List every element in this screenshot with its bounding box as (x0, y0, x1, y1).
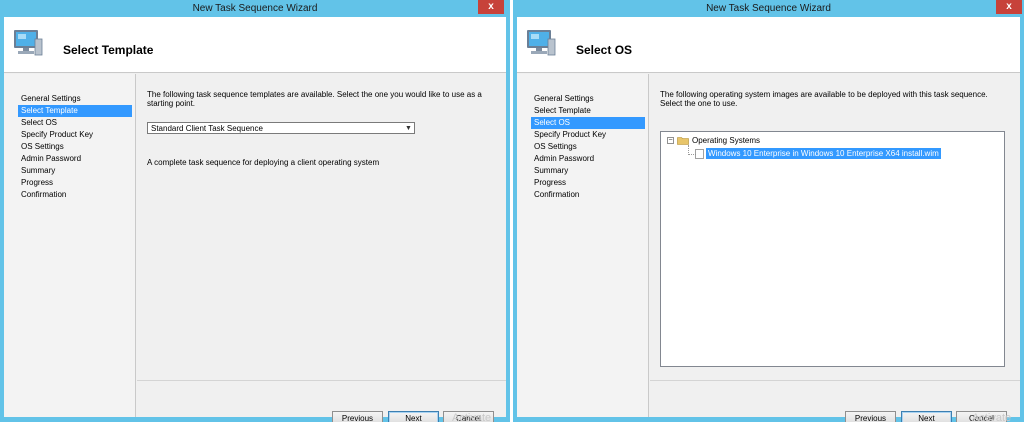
template-instructions: The following task sequence templates ar… (147, 90, 482, 108)
os-image-tree[interactable]: − Operating Systems Windows 10 Enterpris… (660, 131, 1005, 367)
os-image-icon (695, 148, 704, 159)
activation-watermark: Activate (452, 412, 492, 422)
nav-item-select-template[interactable]: Select Template (18, 105, 132, 117)
next-button[interactable]: Next (388, 411, 439, 422)
wizard-client-area: Select Template General Settings Select … (4, 17, 506, 422)
close-button[interactable]: x (478, 0, 504, 14)
wizard-footer: Previous Next Cancel (137, 380, 506, 422)
template-description: A complete task sequence for deploying a… (147, 158, 380, 167)
nav-item-os-settings[interactable]: OS Settings (18, 141, 132, 153)
os-instructions: The following operating system images ar… (660, 90, 988, 108)
previous-button[interactable]: Previous (332, 411, 383, 422)
nav-item-summary[interactable]: Summary (18, 165, 132, 177)
title-bar[interactable]: New Task Sequence Wizard x (0, 0, 510, 17)
nav-item-progress[interactable]: Progress (531, 177, 645, 189)
next-button-label: ext (411, 414, 422, 422)
wizard-client-area: Select OS General Settings Select Templa… (517, 17, 1020, 422)
wizard-footer: Previous Next Cancel (650, 380, 1020, 422)
previous-button-label: revious (860, 414, 887, 422)
os-image-label: Windows 10 Enterprise in Windows 10 Ente… (706, 148, 941, 159)
nav-item-confirmation[interactable]: Confirmation (531, 189, 645, 201)
tree-node-os-image[interactable]: Windows 10 Enterprise in Windows 10 Ente… (695, 148, 941, 159)
template-dropdown-value: Standard Client Task Sequence (151, 124, 263, 133)
previous-button[interactable]: Previous (845, 411, 896, 422)
next-button[interactable]: Next (901, 411, 952, 422)
nav-item-admin-password[interactable]: Admin Password (18, 153, 132, 165)
window-title: New Task Sequence Wizard (706, 3, 831, 14)
folder-icon (677, 136, 689, 145)
next-button-label: ext (924, 414, 935, 422)
tree-root-label: Operating Systems (692, 135, 761, 145)
tree-node-operating-systems[interactable]: − Operating Systems (667, 135, 760, 145)
nav-item-specify-product-key[interactable]: Specify Product Key (18, 129, 132, 141)
wizard-header: Select OS (517, 17, 1020, 73)
template-dropdown[interactable]: Standard Client Task Sequence ▼ (147, 122, 415, 134)
previous-button-label: revious (347, 414, 374, 422)
wizard-steps-list: General Settings Select Template Select … (18, 93, 132, 201)
page-title: Select OS (576, 43, 633, 57)
wizard-header: Select Template (4, 17, 506, 73)
wizard-content: The following task sequence templates ar… (137, 74, 506, 380)
nav-item-general-settings[interactable]: General Settings (18, 93, 132, 105)
computer-icon (14, 30, 43, 56)
chevron-down-icon[interactable]: ▼ (404, 124, 413, 133)
nav-item-select-os[interactable]: Select OS (531, 117, 645, 129)
nav-item-select-os[interactable]: Select OS (18, 117, 132, 129)
wizard-steps-list: General Settings Select Template Select … (531, 93, 645, 201)
nav-item-admin-password[interactable]: Admin Password (531, 153, 645, 165)
nav-item-summary[interactable]: Summary (531, 165, 645, 177)
activation-watermark: Activate (972, 412, 1012, 422)
title-bar[interactable]: New Task Sequence Wizard x (513, 0, 1024, 17)
nav-item-confirmation[interactable]: Confirmation (18, 189, 132, 201)
nav-item-general-settings[interactable]: General Settings (531, 93, 645, 105)
close-button[interactable]: x (996, 0, 1022, 14)
collapse-icon[interactable]: − (667, 136, 674, 144)
nav-item-progress[interactable]: Progress (18, 177, 132, 189)
wizard-window-select-template: New Task Sequence Wizard x Select Templa… (0, 0, 510, 422)
window-title: New Task Sequence Wizard (192, 3, 318, 14)
wizard-window-select-os: New Task Sequence Wizard x Select OS Gen… (513, 0, 1024, 422)
computer-icon (527, 30, 556, 56)
nav-item-select-template[interactable]: Select Template (531, 105, 645, 117)
nav-item-specify-product-key[interactable]: Specify Product Key (531, 129, 645, 141)
page-title: Select Template (63, 43, 154, 57)
wizard-content: The following operating system images ar… (650, 74, 1020, 380)
nav-item-os-settings[interactable]: OS Settings (531, 141, 645, 153)
